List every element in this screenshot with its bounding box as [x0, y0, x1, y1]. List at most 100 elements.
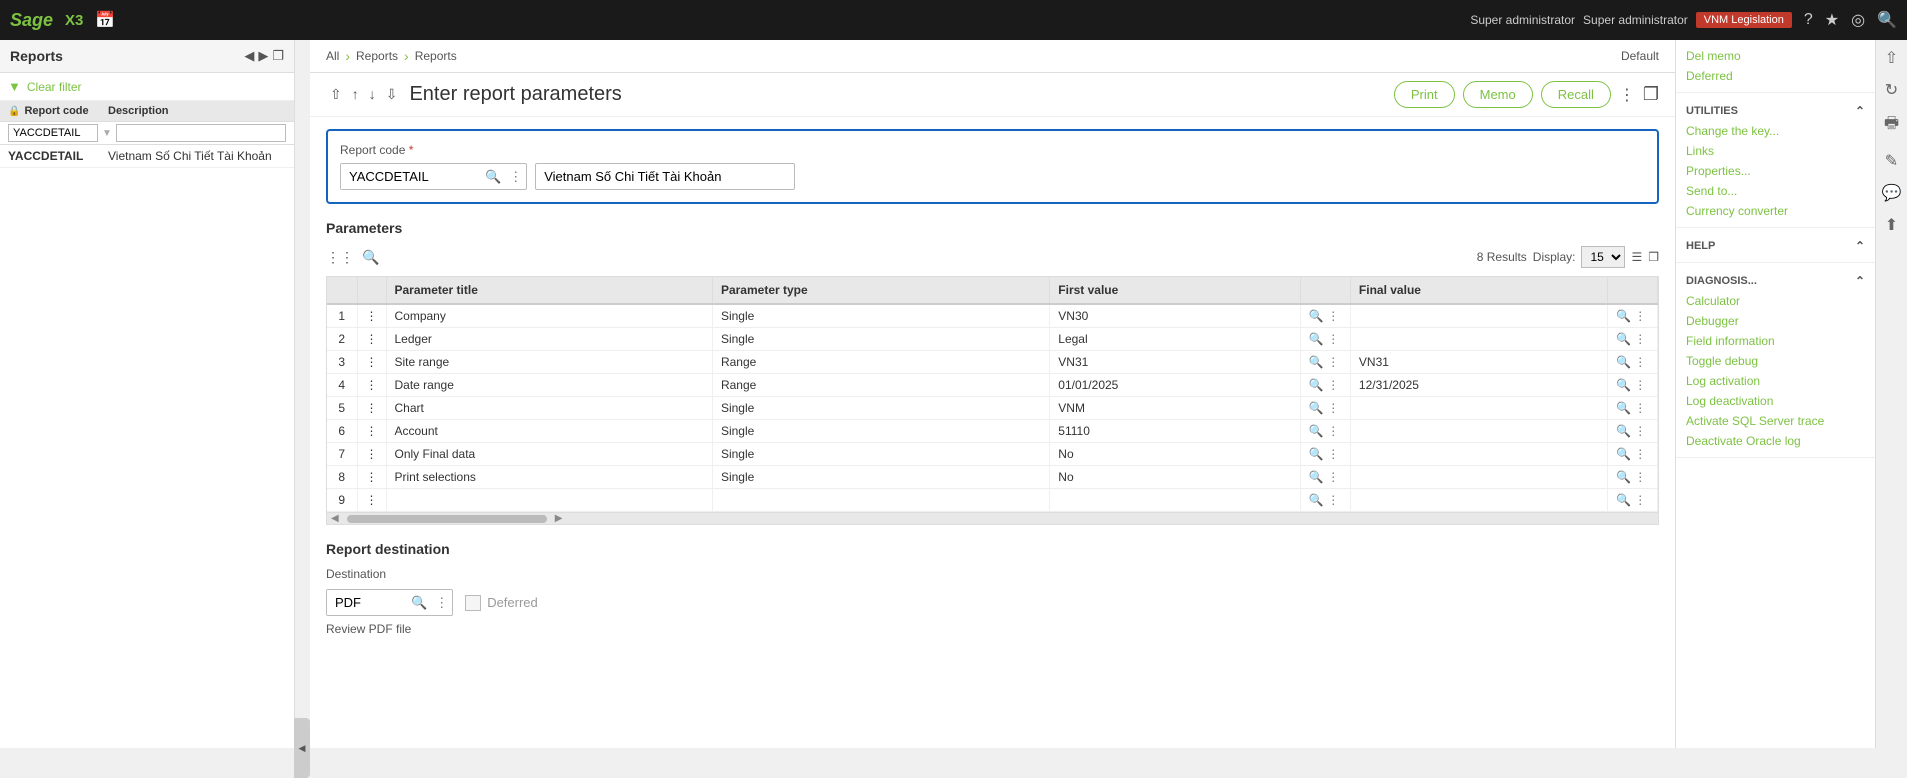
row-more-icon2-2[interactable]: ⋮: [1634, 355, 1646, 369]
nav-bottom-arrow[interactable]: ⇩: [382, 84, 402, 105]
memo-button[interactable]: Memo: [1463, 81, 1533, 108]
row-search-icon2-6[interactable]: 🔍: [1616, 447, 1631, 461]
row-search-icon2-4[interactable]: 🔍: [1616, 401, 1631, 415]
log-activation-link[interactable]: Log activation: [1686, 371, 1865, 391]
layer-icon[interactable]: ☰: [1631, 250, 1642, 264]
report-code-more-icon[interactable]: ⋮: [505, 169, 526, 185]
properties-link[interactable]: Properties...: [1686, 161, 1865, 181]
row-more-icon-0[interactable]: ⋮: [1327, 309, 1339, 323]
currency-converter-link[interactable]: Currency converter: [1686, 201, 1865, 221]
report-code-description-input[interactable]: [535, 163, 795, 190]
calculator-link[interactable]: Calculator: [1686, 291, 1865, 311]
right-bar-edit-icon[interactable]: ✎: [1885, 151, 1898, 171]
collapse-sidebar-button[interactable]: ◀: [294, 718, 310, 778]
row-search-icon-2[interactable]: 🔍: [1309, 355, 1324, 369]
row-drag-6[interactable]: ⋮: [357, 443, 386, 466]
row-drag-4[interactable]: ⋮: [357, 397, 386, 420]
change-key-link[interactable]: Change the key...: [1686, 121, 1865, 141]
filter-code-input[interactable]: [8, 124, 98, 142]
right-bar-top-icon[interactable]: ⇧: [1885, 48, 1898, 68]
legislation-badge[interactable]: VNM Legislation: [1696, 12, 1792, 28]
row-more-icon2-6[interactable]: ⋮: [1634, 447, 1646, 461]
row-search-icon-8[interactable]: 🔍: [1309, 493, 1324, 507]
destination-search-icon[interactable]: 🔍: [407, 595, 431, 611]
horizontal-scrollbar[interactable]: ◀ ▶: [327, 512, 1658, 524]
deferred-link[interactable]: Deferred: [1686, 66, 1865, 86]
row-more-icon-5[interactable]: ⋮: [1327, 424, 1339, 438]
row-more-icon2-8[interactable]: ⋮: [1634, 493, 1646, 507]
row-search-icon-7[interactable]: 🔍: [1309, 470, 1324, 484]
toggle-debug-link[interactable]: Toggle debug: [1686, 351, 1865, 371]
row-more-icon-7[interactable]: ⋮: [1327, 470, 1339, 484]
calendar-icon[interactable]: 📅: [95, 10, 115, 30]
nav-top-arrow[interactable]: ⇧: [326, 84, 346, 105]
table-row[interactable]: 7 ⋮ Only Final data Single No 🔍 ⋮ 🔍 ⋮: [327, 443, 1658, 466]
scroll-thumb[interactable]: [347, 515, 547, 523]
row-search-icon2-7[interactable]: 🔍: [1616, 470, 1631, 484]
recall-button[interactable]: Recall: [1541, 81, 1611, 108]
params-search-icon[interactable]: 🔍: [362, 249, 379, 266]
report-code-search-icon[interactable]: 🔍: [481, 169, 505, 185]
sidebar-list-item[interactable]: YACCDETAIL Vietnam Số Chi Tiết Tài Khoản: [0, 145, 294, 168]
table-row[interactable]: 8 ⋮ Print selections Single No 🔍 ⋮ 🔍 ⋮: [327, 466, 1658, 489]
deferred-checkbox[interactable]: [465, 595, 481, 611]
more-options-icon[interactable]: ⋮: [1619, 85, 1635, 105]
breadcrumb-reports1[interactable]: Reports: [356, 49, 398, 63]
table-row[interactable]: 3 ⋮ Site range Range VN31 🔍 ⋮ VN31 🔍 ⋮: [327, 351, 1658, 374]
scroll-left-arrow[interactable]: ◀: [327, 513, 343, 524]
activate-sql-trace-link[interactable]: Activate SQL Server trace: [1686, 411, 1865, 431]
row-search-icon2-8[interactable]: 🔍: [1616, 493, 1631, 507]
row-search-icon-6[interactable]: 🔍: [1309, 447, 1324, 461]
diagnosis-toggle[interactable]: ⌃: [1855, 274, 1865, 288]
table-row[interactable]: 2 ⋮ Ledger Single Legal 🔍 ⋮ 🔍 ⋮: [327, 328, 1658, 351]
nav-up-arrow[interactable]: ↑: [348, 84, 363, 105]
row-more-icon-2[interactable]: ⋮: [1327, 355, 1339, 369]
expand-table-icon[interactable]: ❐: [1648, 250, 1659, 264]
debugger-link[interactable]: Debugger: [1686, 311, 1865, 331]
default-label[interactable]: Default: [1621, 49, 1659, 63]
row-more-icon-1[interactable]: ⋮: [1327, 332, 1339, 346]
table-row[interactable]: 9 ⋮ 🔍 ⋮ 🔍 ⋮: [327, 489, 1658, 512]
row-search-icon2-5[interactable]: 🔍: [1616, 424, 1631, 438]
params-drag-icon[interactable]: ⋮⋮: [326, 249, 354, 266]
row-search-icon2-3[interactable]: 🔍: [1616, 378, 1631, 392]
links-link[interactable]: Links: [1686, 141, 1865, 161]
row-search-icon-0[interactable]: 🔍: [1309, 309, 1324, 323]
del-memo-link[interactable]: Del memo: [1686, 46, 1865, 66]
table-row[interactable]: 5 ⋮ Chart Single VNM 🔍 ⋮ 🔍 ⋮: [327, 397, 1658, 420]
destination-input[interactable]: [327, 590, 407, 615]
row-more-icon-6[interactable]: ⋮: [1327, 447, 1339, 461]
search-icon[interactable]: 🔍: [1877, 10, 1897, 30]
row-search-icon-1[interactable]: 🔍: [1309, 332, 1324, 346]
field-information-link[interactable]: Field information: [1686, 331, 1865, 351]
clear-filter-link[interactable]: Clear filter: [27, 80, 82, 94]
sidebar-right-icon[interactable]: ▶: [258, 48, 268, 64]
row-more-icon-8[interactable]: ⋮: [1327, 493, 1339, 507]
row-drag-7[interactable]: ⋮: [357, 466, 386, 489]
expand-icon[interactable]: ❐: [1643, 84, 1659, 105]
row-search-icon2-2[interactable]: 🔍: [1616, 355, 1631, 369]
right-bar-upload-icon[interactable]: ⬆: [1885, 215, 1898, 235]
nav-down-arrow[interactable]: ↓: [365, 84, 380, 105]
star-icon[interactable]: ★: [1825, 10, 1839, 30]
sidebar-left-icon[interactable]: ◀: [244, 48, 254, 64]
help-toggle[interactable]: ⌃: [1855, 239, 1865, 253]
log-deactivation-link[interactable]: Log deactivation: [1686, 391, 1865, 411]
deactivate-oracle-log-link[interactable]: Deactivate Oracle log: [1686, 431, 1865, 451]
row-more-icon2-5[interactable]: ⋮: [1634, 424, 1646, 438]
row-drag-0[interactable]: ⋮: [357, 304, 386, 328]
help-icon[interactable]: ?: [1804, 11, 1813, 29]
filter-desc-input[interactable]: [116, 124, 286, 142]
utilities-toggle[interactable]: ⌃: [1855, 104, 1865, 118]
row-more-icon-4[interactable]: ⋮: [1327, 401, 1339, 415]
row-more-icon-3[interactable]: ⋮: [1327, 378, 1339, 392]
right-bar-print-icon[interactable]: 🖶: [1884, 112, 1899, 139]
breadcrumb-all[interactable]: All: [326, 49, 339, 63]
right-bar-refresh-icon[interactable]: ↻: [1885, 80, 1898, 100]
row-more-icon2-1[interactable]: ⋮: [1634, 332, 1646, 346]
sidebar-expand-icon[interactable]: ❐: [272, 48, 284, 64]
row-drag-5[interactable]: ⋮: [357, 420, 386, 443]
row-search-icon-3[interactable]: 🔍: [1309, 378, 1324, 392]
row-search-icon-4[interactable]: 🔍: [1309, 401, 1324, 415]
row-drag-3[interactable]: ⋮: [357, 374, 386, 397]
